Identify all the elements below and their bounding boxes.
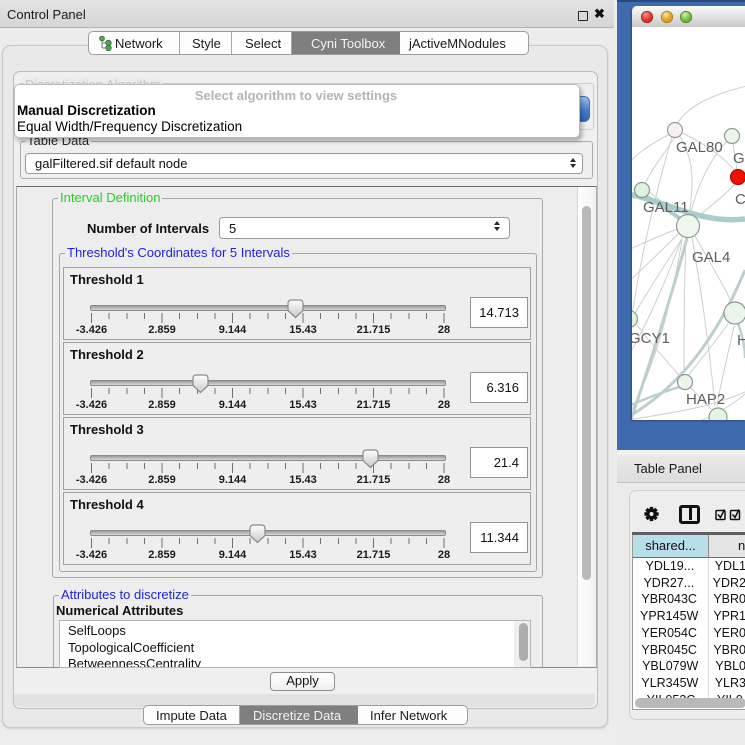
- svg-text:GAL11: GAL11: [643, 199, 689, 216]
- svg-text:H: H: [737, 332, 745, 349]
- svg-text:G.: G.: [733, 150, 745, 167]
- svg-text:GCY1: GCY1: [632, 330, 670, 347]
- svg-text:GAL80: GAL80: [676, 139, 723, 156]
- svg-text:GAL4: GAL4: [692, 249, 730, 266]
- svg-text:C: C: [735, 191, 745, 208]
- svg-text:HAP2: HAP2: [686, 391, 725, 408]
